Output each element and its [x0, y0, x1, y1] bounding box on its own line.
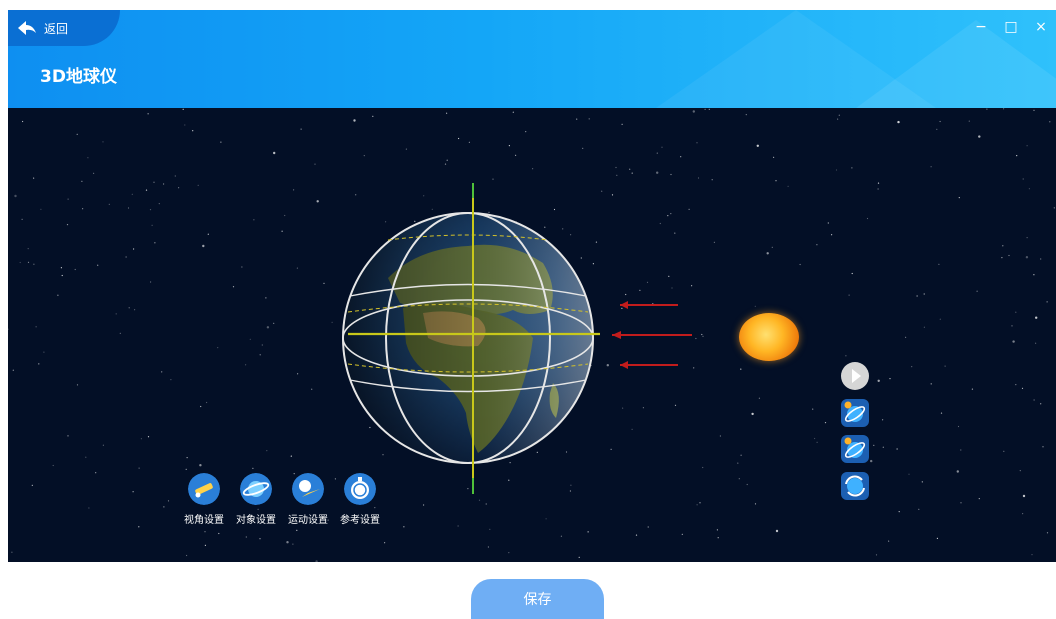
- orbit-view-button[interactable]: [841, 399, 869, 427]
- planet-icon: [240, 473, 272, 505]
- orbit-icon: [844, 437, 866, 458]
- maximize-button[interactable]: □: [996, 16, 1026, 38]
- rotate-button[interactable]: [841, 472, 869, 500]
- back-arrow-icon: [18, 21, 36, 35]
- back-button[interactable]: 返回: [8, 10, 120, 46]
- tool-label: 视角设置: [184, 515, 224, 526]
- app-header: 返回 3D地球仪 − □ ×: [8, 10, 1056, 108]
- tool-label: 参考设置: [340, 515, 380, 526]
- telescope-icon: [188, 473, 220, 505]
- save-button[interactable]: 保存: [471, 579, 604, 619]
- close-button[interactable]: ×: [1026, 16, 1056, 38]
- minimize-button[interactable]: −: [966, 16, 996, 38]
- reference-settings-button[interactable]: 参考设置: [334, 473, 386, 526]
- settings-toolbar: 视角设置 对象设置 运动设置 参考设置: [178, 473, 386, 526]
- tool-label: 对象设置: [236, 515, 276, 526]
- play-button[interactable]: [841, 362, 869, 390]
- tool-label: 运动设置: [288, 515, 328, 526]
- plane-icon: [292, 473, 324, 505]
- earth-surface: [343, 213, 593, 463]
- orbit-icon: [844, 401, 866, 422]
- globe-viewport[interactable]: 视角设置 对象设置 运动设置 参考设置: [8, 108, 1056, 562]
- light-ray-arrowheads: [612, 301, 628, 369]
- back-label: 返回: [44, 21, 69, 36]
- window-controls: − □ ×: [966, 16, 1056, 38]
- view-settings-button[interactable]: 视角设置: [178, 473, 230, 526]
- motion-settings-button[interactable]: 运动设置: [282, 473, 334, 526]
- earth-globe[interactable]: [328, 178, 608, 498]
- rotate-icon: [845, 475, 865, 497]
- sun[interactable]: [739, 313, 799, 361]
- globe-app-window: 返回 3D地球仪 − □ × 视角设置 对象设置 运动设置 参考设置 保存: [8, 10, 1056, 619]
- compass-icon: [344, 473, 376, 505]
- page-title: 3D地球仪: [40, 67, 117, 87]
- object-settings-button[interactable]: 对象设置: [230, 473, 282, 526]
- orbit-view-button-2[interactable]: [841, 435, 869, 463]
